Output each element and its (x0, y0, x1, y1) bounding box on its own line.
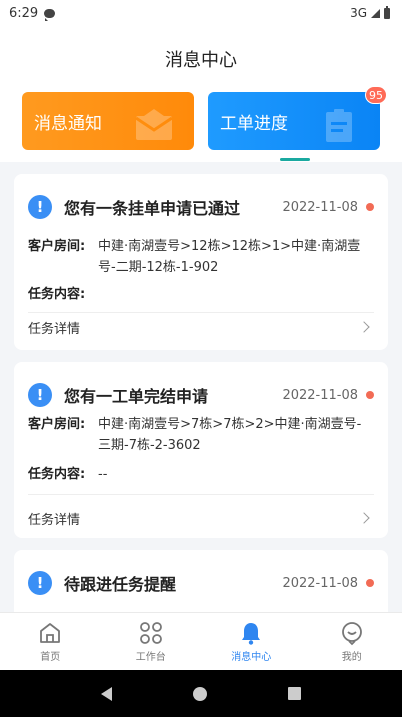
info-icon: ! (28, 195, 52, 219)
message-list: ! 您有一条挂单申请已通过 2022-11-08 客户房间: 中建·南湖壹号>1… (0, 162, 402, 612)
back-icon[interactable] (100, 686, 112, 701)
profile-icon (339, 620, 365, 646)
home-icon (37, 620, 63, 646)
info-icon: ! (28, 571, 52, 595)
nav-label-profile: 我的 (341, 652, 362, 663)
message-title: 待跟进任务提醒 (64, 575, 177, 594)
nav-item-message-center[interactable]: 消息中心 (201, 613, 302, 670)
unread-dot (366, 579, 374, 587)
divider (28, 312, 374, 313)
task-detail-label: 任务详情 (28, 512, 81, 528)
nav-label-workbench: 工作台 (135, 652, 166, 663)
bell-icon (238, 620, 264, 646)
envelope-icon (134, 108, 174, 142)
clipboard-icon (320, 108, 360, 142)
battery-icon (384, 5, 390, 19)
message-card: ! 您有一条挂单申请已通过 2022-11-08 客户房间: 中建·南湖壹号>1… (14, 174, 388, 350)
recent-apps-icon[interactable] (288, 687, 302, 700)
room-value: 中建·南湖壹号>12栋>12栋>1>中建·南湖壹号-二期-12栋-1-902 (98, 239, 361, 275)
message-date: 2022-11-08 (282, 199, 358, 215)
task-value: -- (98, 467, 108, 482)
room-label: 客户房间: (28, 239, 86, 254)
task-label: 任务内容: (28, 467, 86, 482)
active-tab-indicator (280, 158, 310, 161)
nav-item-home[interactable]: 首页 (0, 613, 101, 670)
status-time: 6:29 (9, 5, 39, 21)
workbench-icon (138, 620, 164, 646)
system-nav-bar (0, 670, 402, 717)
tab-work-order-progress-label: 工单进度 (220, 113, 288, 134)
room-field: 客户房间: 中建·南湖壹号>12栋>12栋>1>中建·南湖壹号-二期-12栋-1… (28, 236, 374, 278)
message-date: 2022-11-08 (282, 575, 358, 591)
task-field: 任务内容: -- (28, 464, 374, 485)
task-detail-label: 任务详情 (28, 321, 81, 337)
tab-work-order-progress[interactable]: 工单进度 (208, 92, 380, 150)
unread-count-badge: 95 (365, 86, 387, 104)
room-label: 客户房间: (28, 417, 86, 432)
task-field: 任务内容: (28, 284, 374, 305)
chevron-right-icon (358, 321, 370, 333)
network-type: 3G (350, 6, 367, 20)
message-title: 您有一条挂单申请已通过 (64, 199, 241, 218)
message-card: ! 您有一工单完结申请 2022-11-08 客户房间: 中建·南湖壹号>7栋>… (14, 362, 388, 538)
room-field: 客户房间: 中建·南湖壹号>7栋>7栋>2>中建·南湖壹号-三期-7栋-2-36… (28, 414, 374, 456)
task-detail-link[interactable]: 任务详情 (28, 316, 374, 338)
home-button-icon[interactable] (192, 686, 207, 701)
header: 消息中心 消息通知 工单进度 95 (0, 26, 402, 162)
message-card: ! 待跟进任务提醒 2022-11-08 (14, 550, 388, 612)
task-label: 任务内容: (28, 287, 86, 302)
info-icon: ! (28, 383, 52, 407)
status-bar: 6:29 3G (0, 0, 402, 26)
divider (28, 494, 374, 495)
nav-label-home: 首页 (40, 652, 61, 663)
nav-label-message-center: 消息中心 (231, 652, 272, 663)
unread-dot (366, 391, 374, 399)
message-date: 2022-11-08 (282, 387, 358, 403)
message-title: 您有一工单完结申请 (64, 387, 209, 406)
signal-icon (371, 8, 380, 18)
room-value: 中建·南湖壹号>7栋>7栋>2>中建·南湖壹号-三期-7栋-2-3602 (98, 417, 362, 453)
task-detail-link[interactable]: 任务详情 (28, 507, 374, 529)
page-title: 消息中心 (165, 50, 237, 71)
tab-message-notification[interactable]: 消息通知 (22, 92, 194, 150)
message-notification-icon (44, 8, 56, 21)
nav-item-workbench[interactable]: 工作台 (101, 613, 202, 670)
bottom-nav: 首页 工作台 消息中心 我的 (0, 612, 402, 670)
nav-item-profile[interactable]: 我的 (302, 613, 402, 670)
tab-message-notification-label: 消息通知 (34, 113, 102, 134)
chevron-right-icon (358, 512, 370, 524)
unread-dot (366, 203, 374, 211)
